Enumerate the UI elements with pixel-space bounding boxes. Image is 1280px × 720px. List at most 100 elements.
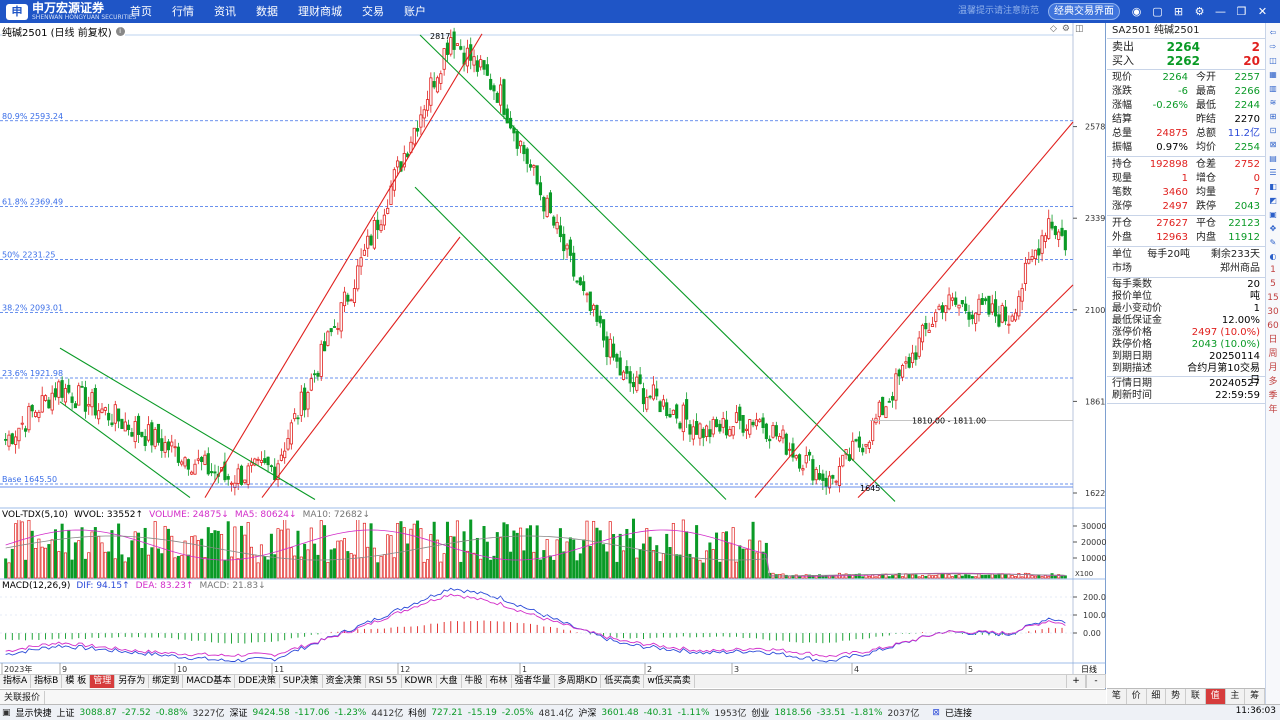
- volume-bar: [871, 574, 875, 579]
- toolstrip-icon[interactable]: ◐: [1267, 250, 1279, 263]
- toolstrip-icon[interactable]: 周: [1267, 348, 1279, 361]
- indicator-tab[interactable]: DDE决策: [235, 675, 280, 688]
- nav-news[interactable]: 资讯: [204, 0, 246, 23]
- settings-icon[interactable]: ⚙: [1062, 24, 1070, 34]
- index-turnover: 481.4亿: [538, 709, 574, 719]
- chart-area[interactable]: 80.9% 2593.24 61.8% 2369.49 50% 2231.25 38.…: [0, 23, 1106, 689]
- nav-account[interactable]: 账户: [394, 0, 436, 23]
- volume-bar: [655, 545, 659, 579]
- volume-bar: [57, 551, 61, 579]
- close-icon[interactable]: ✕: [1254, 2, 1271, 20]
- index-name[interactable]: 创业: [751, 706, 769, 719]
- candle-body: [93, 387, 97, 416]
- indicator-tab[interactable]: 另存为: [115, 675, 150, 688]
- related-quote-tab[interactable]: 关联报价: [0, 691, 46, 705]
- panel-tab[interactable]: 筹: [1245, 689, 1265, 704]
- nav-data[interactable]: 数据: [246, 0, 288, 23]
- classic-trade-button[interactable]: 经典交易界面: [1048, 3, 1120, 20]
- nav-home[interactable]: 首页: [120, 0, 162, 23]
- toolstrip-icon[interactable]: ◧: [1267, 180, 1279, 193]
- expand-icon[interactable]: ◫: [1075, 24, 1084, 34]
- ask-row[interactable]: 卖出 2264 2: [1112, 40, 1260, 54]
- panel-tab[interactable]: 联: [1186, 689, 1206, 704]
- message-icon[interactable]: ◉: [1128, 2, 1145, 20]
- indicator-tab[interactable]: 大盘: [437, 675, 462, 688]
- indicator-tab[interactable]: 指标A: [0, 675, 32, 688]
- panel-tab[interactable]: 主: [1226, 689, 1246, 704]
- panel-tab[interactable]: 笔: [1107, 689, 1127, 704]
- toolstrip-icon[interactable]: ⊞: [1267, 110, 1279, 123]
- candle-body: [193, 463, 197, 475]
- settings-icon[interactable]: ⚙: [1191, 2, 1208, 20]
- toolstrip-icon[interactable]: 月: [1267, 362, 1279, 375]
- candle-body: [396, 160, 400, 168]
- layout-icon[interactable]: ▢: [1149, 2, 1166, 20]
- toolstrip-icon[interactable]: ◩: [1267, 194, 1279, 207]
- candle-body: [239, 465, 244, 485]
- toolstrip-icon[interactable]: 多: [1267, 376, 1279, 389]
- panel-tab[interactable]: 值: [1205, 689, 1226, 704]
- minimize-icon[interactable]: —: [1212, 2, 1229, 20]
- index-name[interactable]: 沪深: [578, 706, 596, 719]
- indicator-tab[interactable]: 模 板: [62, 675, 91, 688]
- toolstrip-icon[interactable]: 30: [1267, 306, 1279, 319]
- indicator-tab[interactable]: 强者华量: [512, 675, 555, 688]
- toolstrip-icon[interactable]: ▥: [1267, 82, 1279, 95]
- panel-tab[interactable]: 势: [1166, 689, 1186, 704]
- nav-trade[interactable]: 交易: [352, 0, 394, 23]
- show-shortcut-button[interactable]: 显示快捷: [16, 706, 52, 719]
- toolstrip-icon[interactable]: ☰: [1267, 166, 1279, 179]
- toolstrip-icon[interactable]: ⊡: [1267, 124, 1279, 137]
- indicator-tab[interactable]: RSI 55: [366, 675, 402, 688]
- indicator-tab[interactable]: MACD基本: [183, 675, 236, 688]
- indicator-tab[interactable]: 管理: [90, 675, 116, 688]
- toolstrip-icon[interactable]: ✥: [1267, 222, 1279, 235]
- index-name[interactable]: 科创: [408, 706, 426, 719]
- toolstrip-icon[interactable]: ◫: [1267, 54, 1279, 67]
- toolstrip-icon[interactable]: 日: [1267, 334, 1279, 347]
- toolstrip-icon[interactable]: 60: [1267, 320, 1279, 333]
- indicator-tab[interactable]: 绑定到: [149, 675, 184, 688]
- toolstrip-icon[interactable]: 年: [1267, 404, 1279, 417]
- bid-row[interactable]: 买入 2262 20: [1112, 54, 1260, 68]
- indicator-tab[interactable]: 牛股: [462, 675, 487, 688]
- toolstrip-icon[interactable]: ≋: [1267, 96, 1279, 109]
- toolstrip-icon[interactable]: 季: [1267, 390, 1279, 403]
- indicator-tab[interactable]: SUP决策: [280, 675, 323, 688]
- indicator-tab[interactable]: KDWR: [402, 675, 437, 688]
- indicator-tab[interactable]: 指标B: [31, 675, 63, 688]
- indicator-tab[interactable]: w低买高卖: [644, 675, 695, 688]
- panel-tab[interactable]: 价: [1127, 689, 1147, 704]
- toolstrip-icon[interactable]: ⇨: [1267, 40, 1279, 53]
- indicator-tab[interactable]: 资金决策: [323, 675, 366, 688]
- toolstrip-icon[interactable]: 1: [1267, 264, 1279, 277]
- toolstrip-icon[interactable]: ▣: [1267, 208, 1279, 221]
- restore-icon[interactable]: ❐: [1233, 2, 1250, 20]
- macd-dif: DIF: 94.15↑: [76, 581, 130, 591]
- diamond-icon[interactable]: ◇: [1050, 24, 1057, 34]
- kline-chart[interactable]: 80.9% 2593.24 61.8% 2369.49 50% 2231.25 38.…: [0, 23, 1106, 674]
- add-tab-button[interactable]: +: [1066, 675, 1086, 688]
- index-name[interactable]: 上证: [57, 706, 75, 719]
- nav-wealth[interactable]: 理财商城: [288, 0, 352, 23]
- indicator-tab[interactable]: 低买高卖: [601, 675, 645, 688]
- toolstrip-icon[interactable]: 15: [1267, 292, 1279, 305]
- toolstrip-icon[interactable]: ▤: [1267, 152, 1279, 165]
- nav-market[interactable]: 行情: [162, 0, 204, 23]
- indicator-tab[interactable]: 布林: [487, 675, 512, 688]
- info-icon[interactable]: i: [115, 27, 125, 36]
- index-name[interactable]: 深证: [230, 706, 248, 719]
- candle-body: [1027, 258, 1031, 264]
- toolstrip-icon[interactable]: ⊠: [1267, 138, 1279, 151]
- grid-icon[interactable]: ⊞: [1170, 2, 1187, 20]
- remove-tab-button[interactable]: -: [1086, 675, 1106, 688]
- panel-tab[interactable]: 细: [1147, 689, 1167, 704]
- volume-bar: [10, 548, 14, 579]
- indicator-tab[interactable]: 多周期KD: [555, 675, 602, 688]
- volume-bar: [243, 534, 247, 579]
- toolstrip-icon[interactable]: 5: [1267, 278, 1279, 291]
- toolstrip-icon[interactable]: ⇦: [1267, 26, 1279, 39]
- toolstrip-icon[interactable]: ▦: [1267, 68, 1279, 81]
- shortcut-icon[interactable]: ▣: [2, 708, 11, 718]
- toolstrip-icon[interactable]: ✎: [1267, 236, 1279, 249]
